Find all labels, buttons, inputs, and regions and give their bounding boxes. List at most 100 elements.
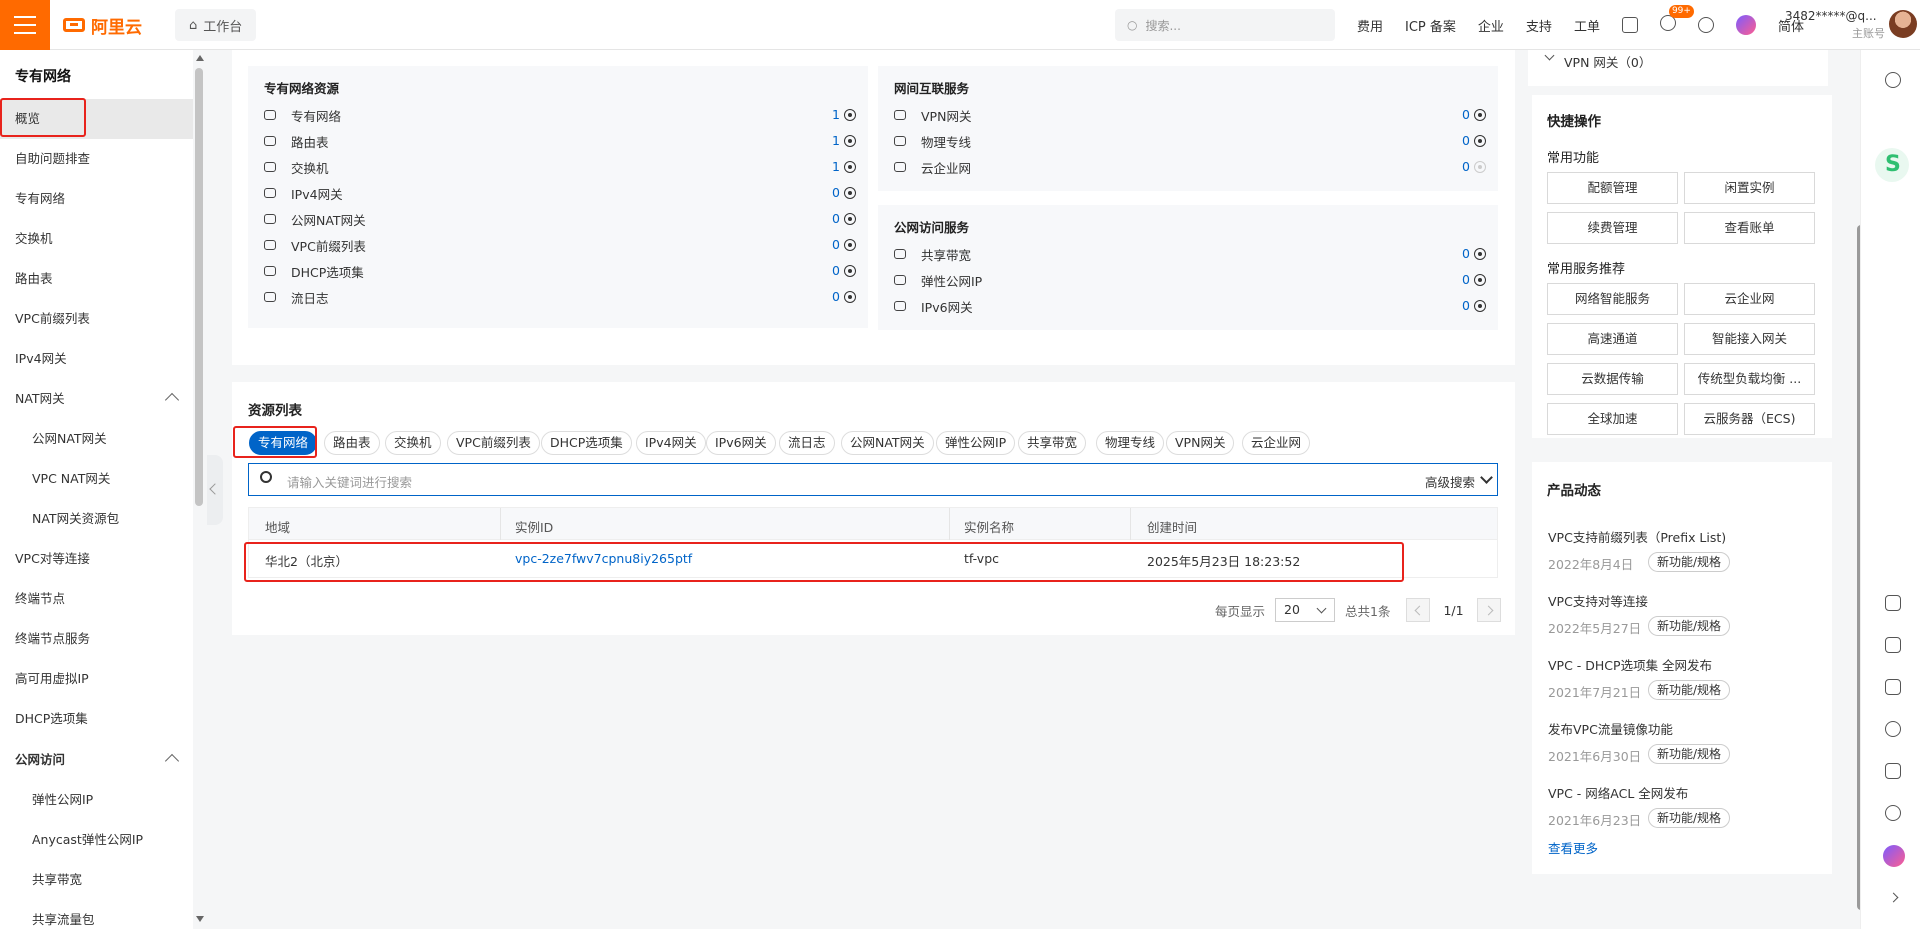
advanced-search-button[interactable]: 高级搜索: [1425, 472, 1475, 491]
terminal-icon[interactable]: [1621, 17, 1638, 33]
sidebar-item[interactable]: NAT网关资源包: [0, 499, 193, 539]
table-row[interactable]: 华北2（北京） vpc-2ze7fwv7cpnu8iy265ptf tf-vpc…: [248, 540, 1498, 578]
sidebar-item[interactable]: 共享流量包: [0, 900, 193, 929]
view-more-link[interactable]: 查看更多: [1548, 838, 1598, 857]
template-icon[interactable]: [1885, 679, 1901, 695]
resource-tab[interactable]: DHCP选项集: [541, 431, 632, 455]
news-item-title[interactable]: VPC - DHCP选项集 全网发布: [1548, 655, 1712, 674]
locate-icon[interactable]: [1474, 135, 1486, 147]
locate-icon[interactable]: [1474, 248, 1486, 260]
cart-icon[interactable]: [1885, 637, 1901, 653]
aliyun-logo[interactable]: 阿里云: [63, 14, 142, 38]
next-page-button[interactable]: [1476, 598, 1501, 622]
sidebar-item[interactable]: Anycast弹性公网IP: [0, 820, 193, 860]
vpn-gateway-summary[interactable]: VPN 网关（0）: [1564, 52, 1651, 71]
quick-op-button[interactable]: 配额管理: [1547, 172, 1678, 204]
recommended-service-button[interactable]: 全球加速: [1547, 403, 1678, 435]
resource-row[interactable]: DHCP选项集: [264, 258, 364, 284]
assistant-icon[interactable]: [1735, 15, 1756, 35]
resource-row[interactable]: 共享带宽: [894, 241, 971, 267]
quick-op-button[interactable]: 闲置实例: [1684, 172, 1815, 204]
resource-row[interactable]: 公网NAT网关: [264, 206, 366, 232]
locate-icon[interactable]: [844, 239, 856, 251]
locate-icon[interactable]: [844, 161, 856, 173]
headset-icon[interactable]: [1885, 805, 1901, 821]
recommended-service-button[interactable]: 高速通道: [1547, 323, 1678, 355]
api-icon[interactable]: [1885, 595, 1901, 611]
locate-icon[interactable]: [1474, 109, 1486, 121]
chevron-up-icon[interactable]: [164, 753, 180, 769]
nav-enterprise[interactable]: 企业: [1478, 16, 1504, 35]
sidebar-item[interactable]: 自助问题排查: [0, 139, 193, 179]
sidebar-item[interactable]: 共享带宽: [0, 860, 193, 900]
locate-icon[interactable]: [1474, 274, 1486, 286]
nav-support[interactable]: 支持: [1526, 16, 1552, 35]
per-page-select[interactable]: 20: [1275, 598, 1336, 622]
sidebar-item[interactable]: DHCP选项集: [0, 699, 193, 739]
locate-icon[interactable]: [844, 187, 856, 199]
gear-icon[interactable]: [1885, 721, 1901, 737]
resource-tab[interactable]: IPv6网关: [706, 431, 776, 455]
bell-icon[interactable]: 99+: [1659, 5, 1694, 35]
resource-tab[interactable]: VPN网关: [1166, 431, 1235, 455]
locate-icon[interactable]: [844, 213, 856, 225]
edit-icon[interactable]: [1885, 763, 1901, 779]
sidebar-item[interactable]: IPv4网关: [0, 339, 193, 379]
resource-row[interactable]: IPv4网关: [264, 180, 343, 206]
resource-row[interactable]: 交换机: [264, 154, 329, 180]
nav-icp[interactable]: ICP 备案: [1405, 16, 1456, 35]
sidebar-item[interactable]: 弹性公网IP: [0, 780, 193, 820]
news-item-title[interactable]: VPC - 网络ACL 全网发布: [1548, 783, 1688, 802]
resource-count-link[interactable]: 0: [820, 180, 840, 206]
resource-count-link[interactable]: 0: [820, 284, 840, 310]
quick-op-button[interactable]: 续费管理: [1547, 212, 1678, 244]
workbench-button[interactable]: ⌂ 工作台: [175, 9, 257, 41]
assistant-star-icon[interactable]: [1883, 845, 1905, 867]
resource-count-link[interactable]: 1: [820, 154, 840, 180]
resource-row[interactable]: 云企业网: [894, 154, 971, 180]
recommended-service-button[interactable]: 云数据传输: [1547, 363, 1678, 395]
chevron-up-icon[interactable]: [164, 392, 180, 408]
sidebar-item[interactable]: VPC NAT网关: [0, 459, 193, 499]
locate-icon[interactable]: [844, 135, 856, 147]
recommended-service-button[interactable]: 智能接入网关: [1684, 323, 1815, 355]
resource-tab[interactable]: 物理专线: [1096, 431, 1165, 455]
sidebar-item[interactable]: NAT网关: [0, 379, 193, 419]
avatar[interactable]: [1889, 10, 1917, 38]
recommended-service-button[interactable]: 云企业网: [1684, 283, 1815, 315]
resource-count-link[interactable]: 1: [820, 128, 840, 154]
locate-icon[interactable]: [844, 291, 856, 303]
sidebar-item[interactable]: 交换机: [0, 219, 193, 259]
cell-instance-id-link[interactable]: vpc-2ze7fwv7cpnu8iy265ptf: [515, 551, 692, 566]
sidebar-item[interactable]: 专有网络: [0, 179, 193, 219]
resource-row[interactable]: IPv6网关: [894, 293, 973, 319]
nav-ticket[interactable]: 工单: [1574, 16, 1600, 35]
resource-count-link[interactable]: 0: [1450, 241, 1470, 267]
resource-tab[interactable]: 专有网络: [249, 431, 318, 455]
resource-count-link[interactable]: 0: [1450, 102, 1470, 128]
locate-icon[interactable]: [1474, 161, 1486, 173]
resource-tab[interactable]: VPC前缀列表: [447, 431, 540, 455]
resource-tab[interactable]: 路由表: [324, 431, 380, 455]
resource-count-link[interactable]: 0: [820, 232, 840, 258]
resource-search-input[interactable]: 请输入关键词进行搜索 高级搜索: [248, 463, 1498, 496]
global-search-input[interactable]: ○ 搜索...: [1115, 9, 1335, 41]
locate-icon[interactable]: [1474, 300, 1486, 312]
help-icon[interactable]: [1697, 17, 1714, 33]
sidebar-scrollbar[interactable]: [195, 68, 203, 506]
resource-tab[interactable]: 云企业网: [1242, 431, 1311, 455]
quick-op-button[interactable]: 查看账单: [1684, 212, 1815, 244]
sidebar-item[interactable]: 路由表: [0, 259, 193, 299]
resource-tab[interactable]: 公网NAT网关: [841, 431, 934, 455]
sidebar-item[interactable]: 高可用虚拟IP: [0, 659, 193, 699]
sidebar-item[interactable]: 终端节点服务: [0, 619, 193, 659]
locate-icon[interactable]: [844, 265, 856, 277]
resource-count-link[interactable]: 1: [820, 102, 840, 128]
sidebar-item[interactable]: 公网访问: [0, 740, 193, 780]
menu-icon[interactable]: [0, 0, 50, 50]
sidebar-item[interactable]: 概览: [0, 99, 193, 139]
resource-count-link[interactable]: 0: [1450, 293, 1470, 319]
prev-page-button[interactable]: [1406, 598, 1431, 622]
news-item-title[interactable]: 发布VPC流量镜像功能: [1548, 719, 1673, 738]
sidebar-item[interactable]: VPC对等连接: [0, 539, 193, 579]
